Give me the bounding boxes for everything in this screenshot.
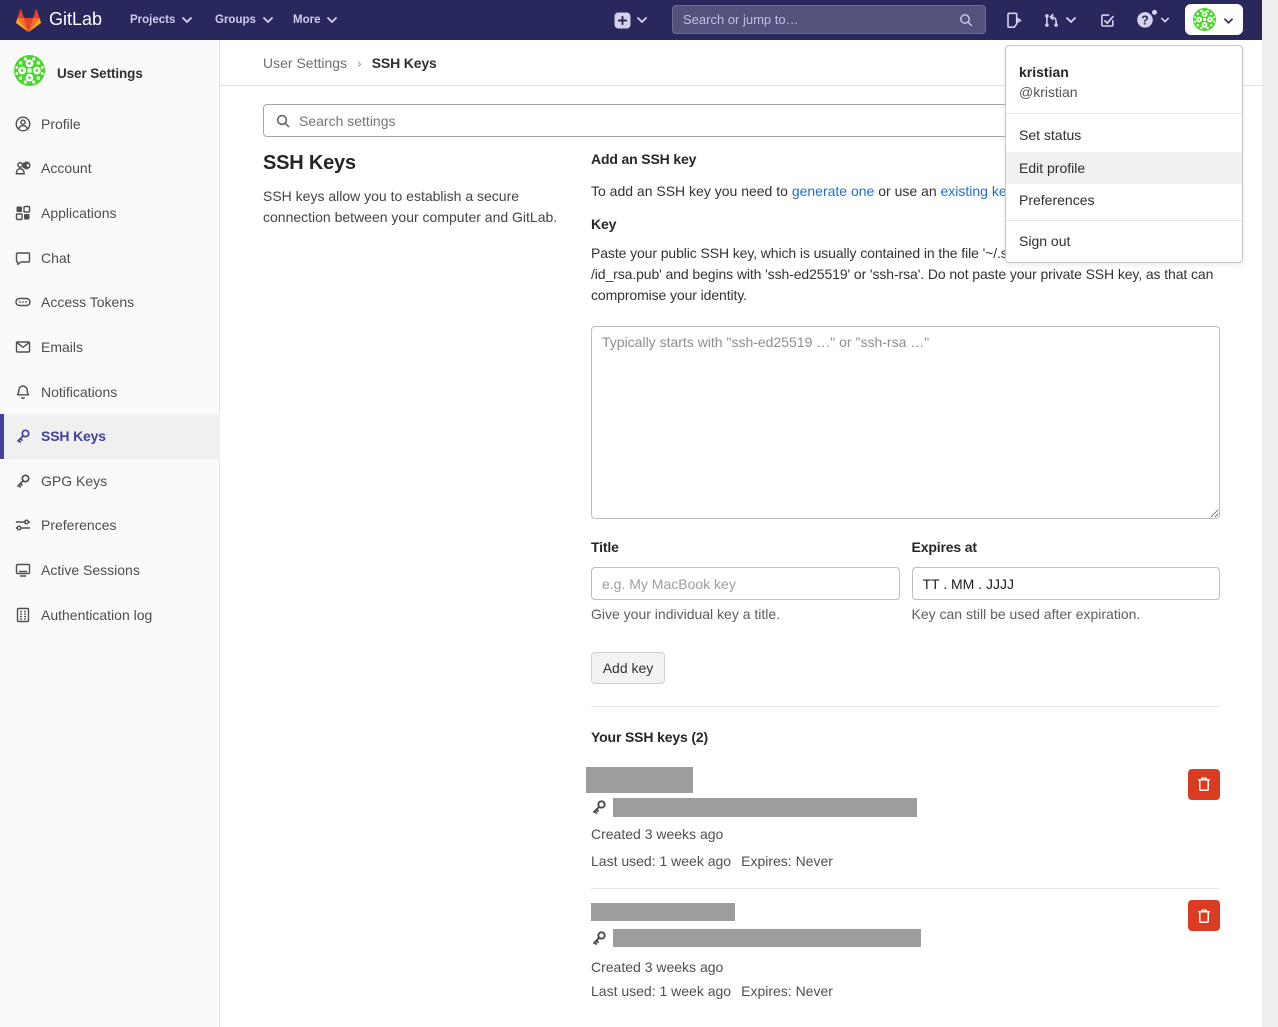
svg-text:?: ? xyxy=(1141,14,1149,28)
